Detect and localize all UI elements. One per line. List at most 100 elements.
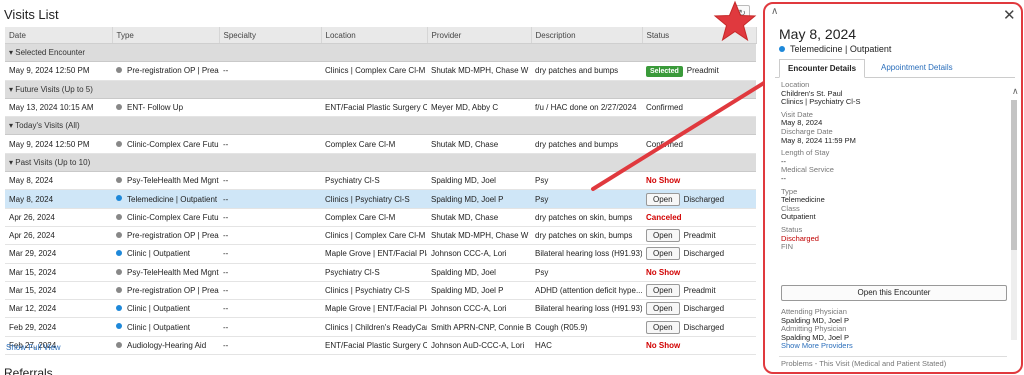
group-label: Future Visits (Up to 5) <box>15 84 93 94</box>
status-dot-icon <box>116 341 122 348</box>
show-more-providers-link[interactable]: Show More Providers <box>781 342 1006 351</box>
description-cell: Psy <box>531 171 642 191</box>
table-row[interactable]: Mar 15, 2024 Psy-TeleHealth Med Mgnt -- Psy… <box>5 263 756 282</box>
status-text: Discharged <box>683 249 725 259</box>
status-dot-icon <box>116 67 122 74</box>
problems-heading: Problems - This Visit (Medical and Patie… <box>781 359 947 368</box>
column-header[interactable]: Type <box>112 27 220 44</box>
open-button[interactable]: Open <box>646 302 680 316</box>
visit-date-cell: May 9, 2024 12:50 PM <box>5 134 112 154</box>
visit-type-cell: Pre-registration OP | Prea... <box>112 281 219 301</box>
location-cell: Clinics | Complex Care Cl-M <box>321 226 427 246</box>
status-cell: Confirmed <box>642 134 756 154</box>
table-row[interactable]: Mar 12, 2024 Clinic | Outpatient -- Maple G… <box>5 299 756 319</box>
column-header[interactable]: Date <box>5 27 113 44</box>
open-button[interactable]: Open <box>646 320 680 334</box>
visit-type-cell: Clinic-Complex Care Future <box>112 134 219 154</box>
table-header-row: Date Type Specialty Location Provider Descrip… <box>5 27 757 44</box>
table-row[interactable]: Feb 27, 2024 Audiology-Hearing Aid -- ENT/F… <box>5 336 756 356</box>
table-row[interactable]: May 13, 2024 10:15 AM ENT- Follow Up ENT/F… <box>5 98 756 118</box>
tab-encounter-details[interactable]: Encounter Details <box>779 59 866 78</box>
visit-date-cell: May 13, 2024 10:15 AM <box>5 98 112 118</box>
description-cell: HAC <box>531 336 642 356</box>
location-line2: Clinics | Psychiatry Cl-S <box>781 97 861 107</box>
scroll-up-icon[interactable]: ∧ <box>1012 86 1019 97</box>
tab-appointment-details[interactable]: Appointment Details <box>873 59 961 76</box>
location-cell: Clinics | Complex Care Cl-M <box>321 61 427 81</box>
table-row[interactable]: Feb 29, 2024 Clinic | Outpatient -- Clinics… <box>5 317 756 337</box>
status-cell: No Show <box>642 336 756 356</box>
status-text: No Show <box>646 267 681 277</box>
table-row[interactable]: May 9, 2024 12:50 PM Clinic-Complex Care … <box>5 134 756 154</box>
show-full-view-link[interactable]: Show Full View <box>6 343 61 352</box>
visit-date-cell: Mar 12, 2024 <box>5 299 112 319</box>
table-row[interactable]: Apr 26, 2024 Pre-registration OP | Prea..… <box>5 226 756 246</box>
specialty-cell: -- <box>219 244 321 264</box>
visit-date-cell: May 8, 2024 <box>5 189 112 209</box>
group-label: Today's Visits (All) <box>15 121 80 131</box>
fin-label: FIN <box>781 242 794 252</box>
open-button[interactable]: Open <box>646 229 680 243</box>
specialty-cell: -- <box>219 317 321 337</box>
star-annotation-icon <box>713 0 757 42</box>
group-row[interactable]: ▾ Today's Visits (All) <box>5 116 756 136</box>
status-text: Preadmit <box>686 66 719 76</box>
specialty-cell: -- <box>219 336 321 356</box>
group-label: Selected Encounter <box>15 48 86 58</box>
provider-cell: Spalding MD, Joel <box>427 263 531 282</box>
panel-scrollbar[interactable] <box>1011 100 1017 340</box>
status-dot-icon <box>116 177 122 184</box>
table-row[interactable]: May 8, 2024 Telemedicine | Outpatient -- Cl… <box>5 189 756 209</box>
provider-cell: Shutak MD-MPH, Chase W <box>427 61 531 81</box>
status-dot-icon <box>779 45 785 52</box>
length-of-stay-label: Length of Stay <box>781 148 830 158</box>
column-header[interactable]: Specialty <box>219 27 322 44</box>
column-header[interactable]: Description <box>531 27 643 44</box>
location-cell: Maple Grove | ENT/Facial Pla... <box>321 244 427 264</box>
close-icon[interactable]: ✕ <box>1003 6 1016 24</box>
collapse-caret-icon[interactable]: ∧ <box>771 6 778 17</box>
table-row[interactable]: May 9, 2024 12:50 PM Pre-registration OP … <box>5 61 756 81</box>
table-row[interactable]: Mar 29, 2024 Clinic | Outpatient -- Maple G… <box>5 244 756 264</box>
location-cell: Clinics | Children's ReadyCar... <box>321 317 427 337</box>
specialty-cell: -- <box>219 263 321 282</box>
group-row[interactable]: ▾ Selected Encounter <box>5 43 756 63</box>
status-dot-icon <box>116 195 122 202</box>
location-cell: Complex Care Cl-M <box>321 134 427 154</box>
group-row[interactable]: ▾ Future Visits (Up to 5) <box>5 80 756 99</box>
description-cell: dry patches and bumps <box>531 134 642 154</box>
open-encounter-button[interactable]: Open this Encounter <box>781 285 1007 301</box>
location-cell: ENT/Facial Plastic Surgery Cl... <box>321 336 427 356</box>
visit-date-cell: Mar 29, 2024 <box>5 244 112 264</box>
panel-tabs: Encounter Details Appointment Details <box>775 59 1015 78</box>
scrollbar-thumb[interactable] <box>1011 100 1017 250</box>
column-header[interactable]: Provider <box>427 27 532 44</box>
description-cell: Bilateral hearing loss (H91.93) <box>531 244 642 264</box>
visit-date-cell: Apr 26, 2024 <box>5 208 112 227</box>
table-row[interactable]: Apr 26, 2024 Clinic-Complex Care Future --… <box>5 208 756 227</box>
open-button[interactable]: Open <box>646 192 680 206</box>
column-header[interactable]: Location <box>321 27 428 44</box>
status-cell: Open Preadmit <box>642 226 756 246</box>
location-cell: Complex Care Cl-M <box>321 208 427 227</box>
status-text: Discharged <box>683 194 725 204</box>
table-row[interactable]: Mar 15, 2024 Pre-registration OP | Prea..… <box>5 281 756 301</box>
table-row[interactable]: May 8, 2024 Psy-TeleHealth Med Mgnt -- Psyc… <box>5 171 756 191</box>
referrals-title: Referrals <box>4 366 53 375</box>
providers-section: Attending Physician Spalding MD, Joel P … <box>781 307 1006 351</box>
open-button[interactable]: Open <box>646 284 680 297</box>
status-text: Preadmit <box>683 286 716 295</box>
visits-list-pane: Visits List ↻ Date Type Specialty Location P… <box>0 0 758 375</box>
visits-table: Date Type Specialty Location Provider Descrip… <box>5 27 757 356</box>
encounter-details-body: Location Children's St. Paul Clinics | P… <box>781 80 1006 252</box>
provider-cell: Shutak MD, Chase <box>427 208 531 227</box>
specialty-cell: -- <box>219 281 321 301</box>
location-cell: ENT/Facial Plastic Surgery Cl-M <box>321 98 427 118</box>
provider-cell: Shutak MD-MPH, Chase W <box>427 226 531 246</box>
location-cell: Psychiatry Cl-S <box>321 263 427 282</box>
group-row[interactable]: ▾ Past Visits (Up to 10) <box>5 153 756 173</box>
provider-cell: Spalding MD, Joel P <box>427 189 531 209</box>
open-button[interactable]: Open <box>646 247 680 261</box>
location-cell: Clinics | Psychiatry Cl-S <box>321 281 427 301</box>
description-cell: dry patches and bumps <box>531 61 642 81</box>
